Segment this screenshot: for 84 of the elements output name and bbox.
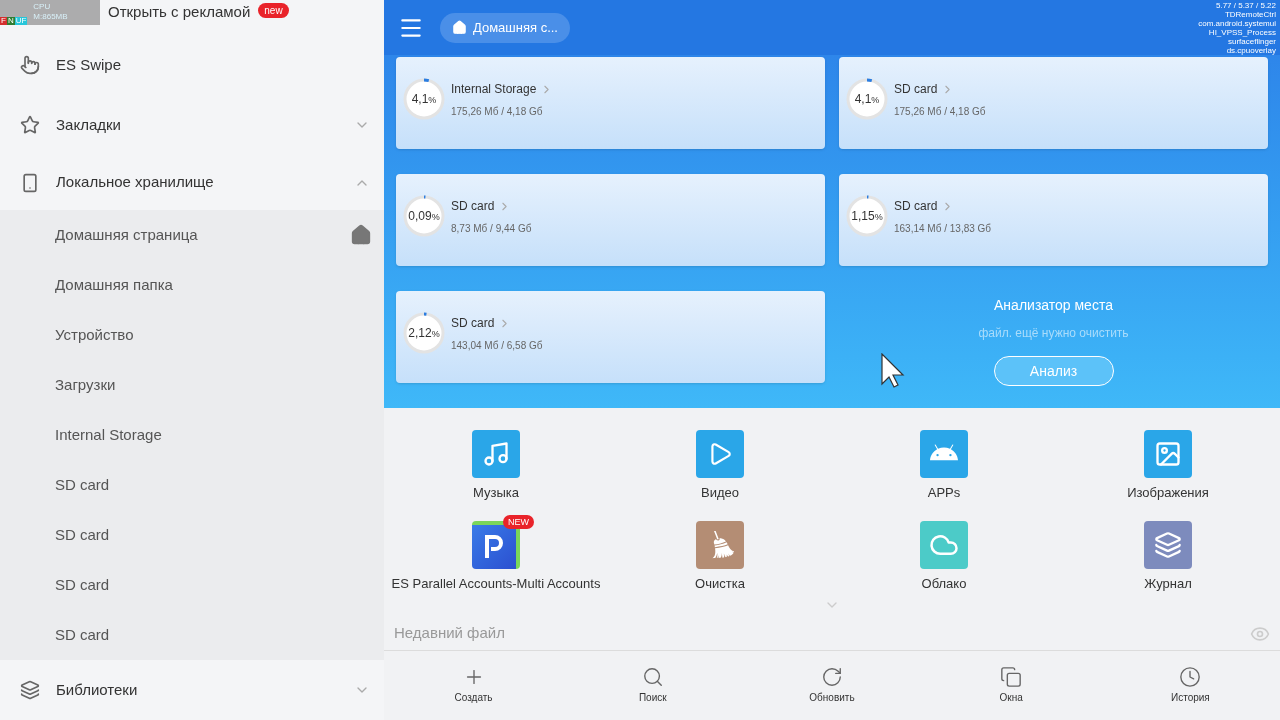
usage-ring [845, 194, 889, 238]
toolbar-button[interactable]: Обновить [742, 651, 922, 720]
sidebar-subitem[interactable]: Домашняя папка [55, 273, 372, 297]
sidebar-item[interactable]: Библиотеки [0, 660, 384, 720]
toolbar-button[interactable]: Окна [921, 651, 1101, 720]
status-flag: N [6, 17, 15, 25]
sidebar-subitem[interactable]: SD card [55, 473, 372, 497]
sidebar-subitem[interactable]: Устройство [55, 323, 372, 347]
shortcut-item[interactable]: Видео [608, 420, 832, 503]
storage-usage: 143,04 Мб / 6,58 Gб [451, 339, 543, 353]
home-icon [452, 20, 467, 35]
storage-usage: 8,73 Мб / 9,44 Gб [451, 222, 532, 236]
sidebar-item[interactable]: Локальное хранилище [0, 155, 384, 210]
analyzer-title: Анализатор места [994, 296, 1113, 315]
music-tile-icon [472, 430, 520, 478]
mouse-cursor-icon [881, 353, 905, 389]
usage-percent: 0,09% [408, 208, 440, 225]
sidebar-subitem[interactable]: Домашняя страница [55, 223, 350, 247]
analyzer-subtitle: файл. ещё нужно очистить [978, 325, 1129, 342]
hand-pointer-icon [20, 55, 40, 75]
sidebar-item[interactable]: Закладки [0, 95, 384, 155]
sidebar-subitem[interactable]: SD card [55, 523, 372, 547]
sidebar-subitem[interactable]: Загрузки [55, 373, 372, 397]
status-flag: F [0, 17, 7, 25]
windows-icon [1000, 666, 1023, 688]
star-icon [20, 115, 40, 135]
new-badge: new [258, 3, 289, 18]
debug-line: TDRemoteCtrl [1224, 10, 1276, 19]
recent-files-label: Недавний файл [394, 623, 505, 644]
toolbar-button[interactable]: Создать [384, 651, 564, 720]
shortcut-item[interactable]: Изображения [1056, 420, 1280, 503]
toolbar-button[interactable]: История [1100, 651, 1280, 720]
status-flag: UF [14, 17, 28, 25]
shortcut-item[interactable]: NEW ES Parallel Accounts-Multi Accounts [384, 510, 608, 593]
debug-line: surfaceflinger [1227, 37, 1276, 46]
storage-name: SD card [451, 198, 495, 215]
sidebar-subitem[interactable]: Internal Storage [55, 423, 372, 447]
usage-ring [402, 77, 446, 121]
storage-card[interactable]: 0,09% SD card 8,73 Мб / 9,44 Gб [396, 174, 825, 266]
cpu-label: CPU [33, 2, 52, 12]
promo-item[interactable]: Открыть с рекламой [108, 1, 251, 24]
new-badge: NEW [503, 514, 534, 529]
clock-icon [1179, 666, 1202, 688]
storage-card[interactable]: 4,1% SD card 175,26 Мб / 4,18 Gб [839, 57, 1268, 149]
sidebar-subitem[interactable]: SD card [55, 623, 372, 647]
usage-ring [845, 77, 889, 121]
android-tile-icon [920, 430, 968, 478]
debug-line: com.android.systemui [1198, 19, 1276, 28]
debug-line: 5.77 / 5.37 / 5.22 [1215, 1, 1276, 10]
usage-percent: 4,1% [854, 91, 880, 108]
storage-card[interactable]: 1,15% SD card 163,14 Мб / 13,83 Gб [839, 174, 1268, 266]
cloud-tile-icon [920, 520, 968, 569]
shortcut-item[interactable]: Журнал [1056, 510, 1280, 593]
shortcut-item[interactable]: Музыка [384, 420, 608, 503]
video-tile-icon [696, 430, 744, 478]
shortcut-item[interactable]: APPs [832, 420, 1056, 503]
storage-usage: 163,14 Мб / 13,83 Gб [894, 222, 992, 236]
memory-label: M:865MB [33, 12, 68, 22]
refresh-icon [821, 666, 843, 688]
usage-ring [402, 194, 446, 238]
usage-percent: 4,1% [411, 91, 437, 108]
debug-line: HI_VPSS_Process [1208, 28, 1276, 37]
search-icon [641, 666, 664, 688]
storage-usage: 175,26 Мб / 4,18 Gб [894, 105, 986, 119]
storage-name: SD card [451, 315, 495, 332]
debug-line: ds.cpuoverlay [1226, 46, 1276, 55]
phone-icon [20, 172, 40, 193]
shortcut-item[interactable]: Облако [832, 510, 1056, 593]
storage-card[interactable]: 4,1% Internal Storage 175,26 Мб / 4,18 Gб [396, 57, 825, 149]
image-tile-icon [1144, 430, 1192, 478]
sidebar-subitem[interactable]: SD card [55, 573, 372, 597]
usage-ring [402, 311, 446, 355]
toolbar-button[interactable]: Поиск [563, 651, 743, 720]
storage-usage: 175,26 Мб / 4,18 Gб [451, 105, 544, 119]
storage-name: SD card [894, 81, 938, 98]
storage-card[interactable]: 2,12% SD card 143,04 Мб / 6,58 Gб [396, 291, 825, 383]
broom-tile-icon [696, 520, 744, 569]
usage-percent: 1,15% [851, 208, 883, 225]
layers-icon [20, 680, 40, 700]
usage-percent: 2,12% [408, 325, 440, 342]
sidebar-item[interactable]: ES Swipe [0, 35, 384, 95]
storage-name: Internal Storage [451, 81, 537, 98]
storage-name: SD card [894, 198, 938, 215]
shortcut-item[interactable]: Очистка [608, 510, 832, 593]
